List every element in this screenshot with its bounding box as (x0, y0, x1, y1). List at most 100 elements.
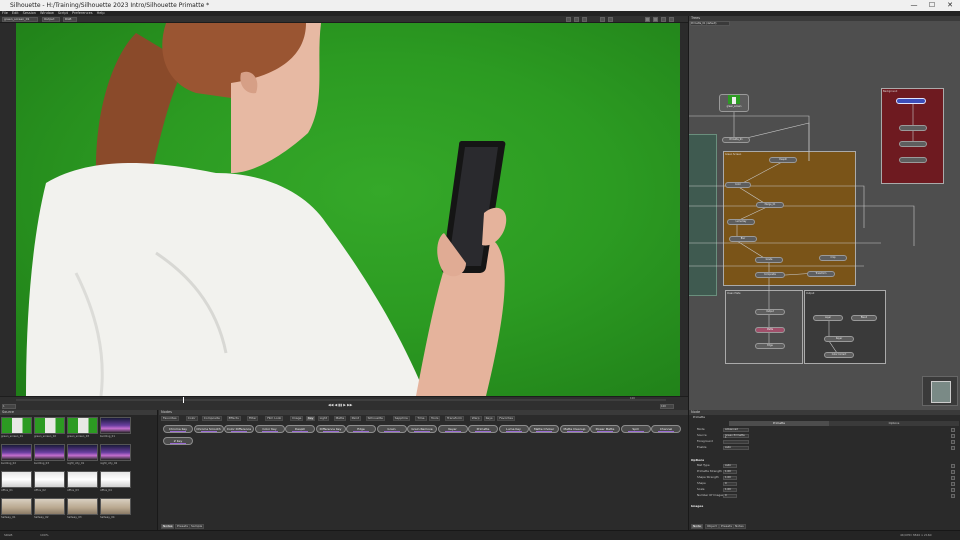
tab-paint[interactable]: Paint (349, 416, 362, 421)
node-bg-4[interactable] (899, 157, 927, 163)
tab-tools[interactable]: Tools (429, 416, 441, 421)
tab-effects[interactable]: Effects (226, 416, 241, 421)
node-merge[interactable]: Merge_01 (756, 202, 784, 208)
node-footer-tab-node[interactable]: Node (691, 524, 703, 529)
source-thumbnail[interactable] (34, 498, 65, 515)
field-value[interactable]: Auto (723, 463, 737, 468)
node-green-screen-source[interactable]: green_screen (719, 94, 749, 112)
frame-end-field[interactable]: 100 (660, 404, 674, 409)
node-footer-tab-presets[interactable]: Presets (719, 524, 734, 529)
source-thumbnail[interactable] (34, 444, 65, 461)
node-layer[interactable]: Layer (813, 315, 843, 321)
timeline-track[interactable] (16, 399, 666, 401)
node-button-power-matte[interactable]: Power Matte (590, 425, 620, 433)
node-button-chroma-key[interactable]: Chroma Key (163, 425, 193, 433)
viewer[interactable] (0, 23, 688, 396)
node-button-color-difference[interactable]: Color Difference (224, 425, 254, 433)
field-value[interactable]: Auto (723, 445, 749, 450)
node-matte[interactable]: Matte (755, 327, 785, 333)
source-thumbnail[interactable] (67, 417, 98, 434)
node-edge[interactable]: Edge (755, 343, 785, 349)
frame-start-field[interactable]: 1 (2, 404, 16, 409)
keyframe-icon[interactable] (951, 487, 955, 492)
source-thumbnail[interactable] (67, 498, 98, 515)
keyframe-icon[interactable] (951, 463, 955, 468)
tab-film-look[interactable]: Film Look (265, 416, 284, 421)
node-primatte[interactable]: Primatte_01 (722, 137, 750, 143)
tree-navigator[interactable] (922, 376, 958, 406)
node-button-difference-key[interactable]: Difference Key (315, 425, 346, 433)
node-blur[interactable]: Blur (729, 236, 757, 242)
keyframe-icon[interactable] (951, 493, 955, 498)
source-thumbnail[interactable] (34, 471, 65, 488)
node-button-matte-choker[interactable]: Matte Choker (529, 425, 559, 433)
node-crop[interactable]: Crop (819, 255, 847, 261)
tab-keys[interactable]: Keys (483, 416, 495, 421)
keyframe-icon[interactable] (951, 475, 955, 480)
tab-primatte[interactable]: Primatte (729, 421, 829, 426)
source-thumbnail[interactable] (100, 444, 131, 461)
node-background-selected[interactable] (896, 98, 926, 104)
zoom-icon[interactable] (566, 17, 571, 22)
source-thumbnail[interactable] (100, 471, 131, 488)
source-thumbnail[interactable] (1, 498, 32, 515)
keyframe-icon[interactable] (951, 427, 955, 432)
node-button-spill[interactable]: Spill (620, 425, 651, 433)
node-output[interactable]: Output (755, 309, 785, 315)
node-keyer[interactable]: Keyer (824, 336, 854, 342)
node-transform[interactable]: Transform (807, 271, 835, 277)
maximize-button[interactable]: ☐ (924, 0, 940, 11)
matte-view-icon[interactable] (645, 17, 650, 22)
node-button-matte-cleanup[interactable]: Matte Cleanup (559, 425, 590, 433)
source-thumbnail[interactable] (1, 417, 32, 434)
footer-tab-nodes[interactable]: Nodes (161, 524, 175, 529)
node-color[interactable]: Color (725, 182, 751, 188)
node-bg-2[interactable] (899, 125, 927, 131)
field-value[interactable]: 1.00 (723, 475, 737, 480)
section-images[interactable]: Images (691, 504, 703, 508)
image-view-icon[interactable] (653, 17, 658, 22)
close-button[interactable]: ✕ (942, 0, 958, 11)
field-value[interactable]: Green Primatte 1 (723, 433, 749, 438)
node-composite[interactable]: Composite (755, 272, 785, 278)
tab-warp[interactable]: Warp (469, 416, 482, 421)
viewer-settings-icon[interactable] (669, 17, 674, 22)
node-button-despill[interactable]: Despill (285, 425, 315, 433)
keyframe-icon[interactable] (951, 439, 955, 444)
node-button-color-key[interactable]: Color Key (254, 425, 285, 433)
roi-icon[interactable] (600, 17, 605, 22)
field-value[interactable]: Advanced (723, 427, 749, 432)
keyframe-icon[interactable] (951, 481, 955, 486)
tab-sapphire[interactable]: Sapphire (392, 416, 410, 421)
playhead[interactable] (183, 397, 184, 403)
tab-light[interactable]: Light (317, 416, 330, 421)
compare-icon[interactable] (608, 17, 613, 22)
source-thumbnail[interactable] (100, 417, 131, 434)
field-value[interactable]: 1.00 (723, 469, 737, 474)
timeline[interactable]: 1 ◀◀ ◀ ▮▮ ▶ ▶▶ 100 100 (0, 396, 688, 410)
node-grade[interactable]: Grade (755, 257, 783, 263)
node-button-channel[interactable]: Channel (651, 425, 681, 433)
tab-color[interactable]: Color (185, 416, 198, 421)
source-thumbnail[interactable] (100, 498, 131, 515)
node-button-luma-key[interactable]: Luma Key (498, 425, 529, 433)
split-view-icon[interactable] (661, 17, 666, 22)
node-button-keyer[interactable]: Keyer (437, 425, 468, 433)
navigator-viewport[interactable] (931, 381, 951, 403)
node-button-edge[interactable]: Edge (346, 425, 376, 433)
source-thumbnail[interactable] (34, 417, 65, 434)
node-color-correct[interactable]: Color Correct (824, 352, 854, 358)
field-value[interactable]: 1.00 (723, 487, 737, 492)
node-blend[interactable]: Blend (851, 315, 877, 321)
keyframe-icon[interactable] (951, 469, 955, 474)
node-despill[interactable]: Despill (769, 157, 797, 163)
source-thumbnail[interactable] (67, 471, 98, 488)
field-value[interactable]: 0 (723, 493, 737, 498)
tab-filter[interactable]: Filter (247, 416, 259, 421)
tab-transform[interactable]: Transform (445, 416, 464, 421)
tab-matte[interactable]: Matte (333, 416, 347, 421)
field-value[interactable]: 0 (723, 481, 737, 486)
keyframe-icon[interactable] (951, 445, 955, 450)
section-options[interactable]: Options (691, 458, 704, 462)
tab-favorites[interactable]: Favorites (497, 416, 515, 421)
